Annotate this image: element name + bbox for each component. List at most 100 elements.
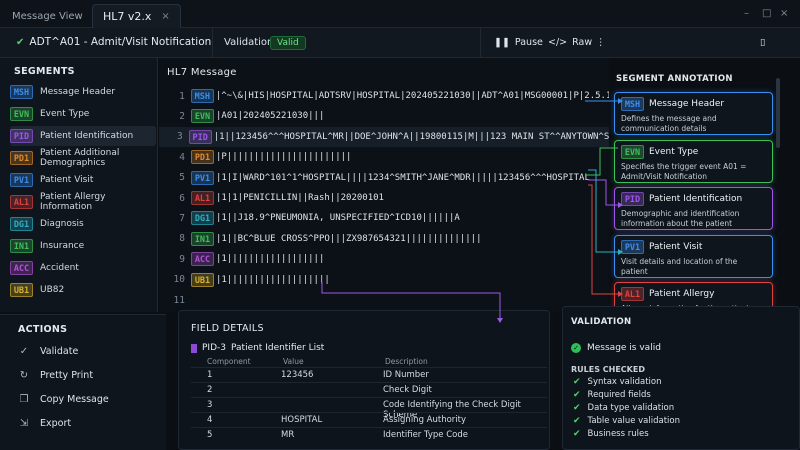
line-number: 1 xyxy=(179,90,185,102)
segment-tag: PID xyxy=(621,192,644,206)
panel-title: FIELD DETAILS xyxy=(191,323,264,334)
segment-tag: AL1 xyxy=(10,195,33,209)
line-number: 5 xyxy=(179,172,185,184)
check-icon: ✔ xyxy=(573,429,581,439)
raw-label: Raw xyxy=(572,37,593,48)
segment-label: UB82 xyxy=(40,285,65,295)
annotation-card-pid[interactable]: PID Patient Identification Demographic and… xyxy=(614,187,773,230)
refresh-icon: ↻ xyxy=(19,369,29,381)
pretty-print-button[interactable]: ↻ Pretty Print xyxy=(18,369,93,381)
annotation-card-evn[interactable]: EVN Event Type Specifies the trigger event… xyxy=(614,139,773,183)
segment-item-al1[interactable]: AL1 Patient Allergy Information xyxy=(10,192,156,212)
pin-icon[interactable]: ▯ xyxy=(760,37,765,48)
segment-tag: PV1 xyxy=(621,239,644,254)
segment-tag: AL1 xyxy=(191,191,214,205)
hl7-line[interactable]: 11 xyxy=(159,290,609,310)
hl7-line[interactable]: 7 DG1 |1||J18.9^PNEUMONIA, UNSPECIFIED^ICD… xyxy=(159,208,609,228)
validate-button[interactable]: ✓ Validate xyxy=(18,345,79,357)
close-icon[interactable]: × xyxy=(161,11,169,22)
rule-label: Syntax validation xyxy=(587,377,662,387)
hl7-line[interactable]: 8 IN1 |1||BC^BLUE CROSS^PPO|||ZX987654321|… xyxy=(159,229,609,249)
annotation-header: AL1 Patient Allergy xyxy=(621,287,766,301)
validation-label: Validation xyxy=(224,37,274,48)
annotation-title: Patient Identification xyxy=(649,194,743,204)
minimize-icon[interactable]: – xyxy=(744,8,749,19)
segment-color-marker xyxy=(191,343,197,353)
table-row[interactable]: 4 HOSPITAL Assigning Authority xyxy=(191,412,547,426)
line-number: 11 xyxy=(173,294,185,306)
annotation-card-msh[interactable]: MSH Message Header Defines the message and… xyxy=(614,92,773,135)
divider xyxy=(480,28,481,58)
hl7-line[interactable]: 1 MSH |^~\&|HIS|HOSPITAL|ADTSRV|HOSPITAL|2… xyxy=(159,86,609,106)
line-number: 8 xyxy=(179,233,185,245)
annotation-title: Patient Visit xyxy=(649,241,703,252)
hl7-line[interactable]: 10 UB1 |1||||||||||||||||||| xyxy=(159,270,609,290)
table-row[interactable]: 1 123456 ID Number xyxy=(191,367,547,381)
hl7-line[interactable]: 5 PV1 |1|I|WARD^101^1^HOSPITAL||||1234^SMI… xyxy=(159,168,609,188)
segment-label: Patient Visit xyxy=(40,175,94,185)
close-window-icon[interactable]: × xyxy=(780,8,788,19)
raw-button[interactable]: </> Raw xyxy=(548,37,592,48)
segment-tag: MSH xyxy=(621,97,644,111)
annotation-title: Patient Allergy xyxy=(649,289,715,299)
hl7-line[interactable]: 3 PID |1||123456^^^HOSPITAL^MR||DOE^JOHN^A… xyxy=(159,126,609,147)
action-label: Copy Message xyxy=(40,393,109,405)
hl7-line[interactable]: 6 AL1 |1|1|PENICILLIN||Rash||20200101 xyxy=(159,188,609,208)
segment-tag: EVN xyxy=(621,144,644,159)
line-number: 10 xyxy=(173,274,185,286)
segment-tag: UB1 xyxy=(191,272,214,287)
segment-tag: PV1 xyxy=(191,170,214,185)
maximize-icon[interactable]: □ xyxy=(762,8,771,19)
rules-label: RULES CHECKED xyxy=(571,365,645,374)
segment-tag: DG1 xyxy=(10,217,33,231)
pause-button[interactable]: ❚❚ Pause xyxy=(494,37,543,48)
segment-annotation-panel: SEGMENT ANNOTATION MSH Message Header Defi… xyxy=(610,68,775,330)
segment-item-dg1[interactable]: DG1 Diagnosis xyxy=(10,214,156,234)
table-row[interactable]: 5 MR Identifier Type Code xyxy=(191,427,547,441)
hl7-line[interactable]: 9 ACC |1|||||||||||||||||| xyxy=(159,249,609,269)
segment-label: Accident xyxy=(40,263,79,273)
scrollbar[interactable] xyxy=(776,78,780,148)
field-name: Patient Identifier List xyxy=(231,343,325,353)
segment-item-pid[interactable]: PID Patient Identification xyxy=(10,126,156,146)
rule-label: Business rules xyxy=(587,429,649,439)
action-label: Export xyxy=(40,417,72,429)
segment-item-in1[interactable]: IN1 Insurance xyxy=(10,236,156,256)
check-icon: ✔ xyxy=(573,390,581,400)
hl7-line[interactable]: 4 PD1 |P||||||||||||||||||||||| xyxy=(159,147,609,167)
column-header: Component xyxy=(207,357,251,366)
cell-component: 5 xyxy=(207,430,213,440)
segment-tag: ACC xyxy=(10,261,33,275)
hl7-line[interactable]: 2 EVN |A01|202405221030||| xyxy=(159,106,609,126)
segment-item-acc[interactable]: ACC Accident xyxy=(10,258,156,278)
annotation-description: Defines the message and communication de… xyxy=(621,114,717,133)
table-row[interactable]: 2 Check Digit xyxy=(191,382,547,396)
tab-message-view[interactable]: Message View xyxy=(2,4,93,28)
pause-label: Pause xyxy=(514,37,543,48)
validation-panel: VALIDATION ✓ Message is valid RULES CHEC… xyxy=(562,306,800,450)
segment-item-pv1[interactable]: PV1 Patient Visit xyxy=(10,170,156,190)
segment-text: |A01|202405221030||| xyxy=(216,111,325,122)
message-type-label: ADT^A01 - Admit/Visit Notification xyxy=(29,36,212,48)
segment-text: |1||BC^BLUE CROSS^PPO|||ZX987654321|||||… xyxy=(216,233,482,244)
segment-item-pd1[interactable]: PD1 Patient Additional Demographics xyxy=(10,148,156,168)
table-row[interactable]: 3 Code Identifying the Check Digit Scheme xyxy=(191,397,547,420)
segment-item-ub1[interactable]: UB1 UB82 xyxy=(10,280,156,300)
copy-message-button[interactable]: ❐ Copy Message xyxy=(18,393,109,405)
export-button[interactable]: ⇲ Export xyxy=(18,417,71,429)
hl7-message-panel: HL7 Message 1 MSH |^~\&|HIS|HOSPITAL|ADTSR… xyxy=(159,58,609,312)
tab-label: HL7 v2.x xyxy=(103,10,152,23)
annotation-card-pv1[interactable]: PV1 Patient Visit Visit details and locati… xyxy=(614,234,773,278)
segment-item-evn[interactable]: EVN Event Type xyxy=(10,104,156,124)
divider xyxy=(212,28,213,58)
more-icon[interactable]: ⋮ xyxy=(596,37,606,48)
tab-bar: Message View HL7 v2.x × – □ × xyxy=(0,0,800,28)
tab-hl7[interactable]: HL7 v2.x × xyxy=(92,4,181,28)
segment-tag: PID xyxy=(10,129,33,143)
line-number: 2 xyxy=(179,110,185,122)
segment-tag: AL1 xyxy=(621,287,644,301)
segment-tag: MSH xyxy=(190,89,214,103)
segment-tag: EVN xyxy=(10,107,33,121)
segment-tag: EVN xyxy=(191,109,214,124)
segment-item-msh[interactable]: MSH Message Header xyxy=(10,82,156,102)
